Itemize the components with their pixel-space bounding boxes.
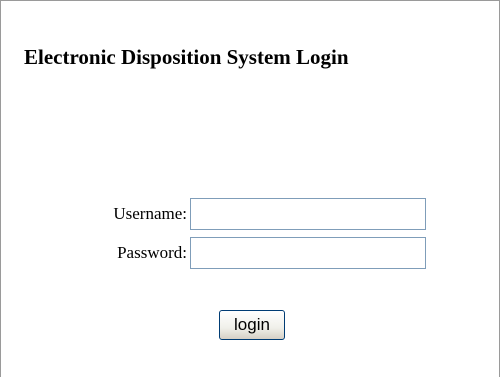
password-input[interactable] [190,237,426,269]
login-page: Electronic Disposition System Login User… [0,0,500,377]
username-label: Username: [113,204,187,223]
login-button[interactable]: login [219,310,285,340]
username-input[interactable] [190,198,426,230]
password-label: Password: [117,243,187,262]
page-title: Electronic Disposition System Login [24,45,349,69]
